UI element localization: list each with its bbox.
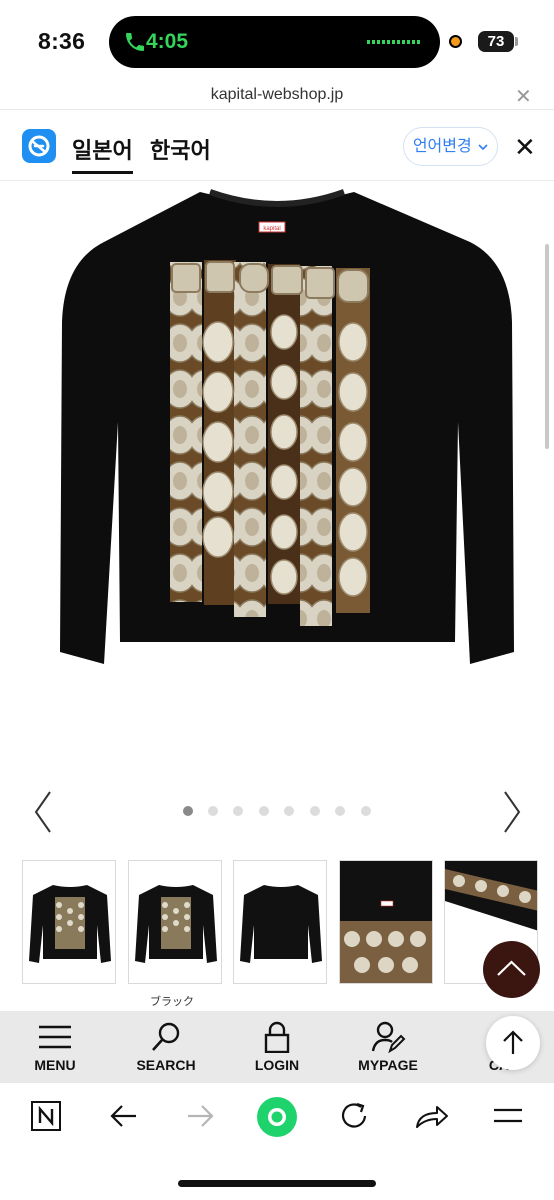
url-domain[interactable]: kapital-webshop.jp [0,86,554,104]
status-time: 8:36 [38,28,86,54]
arrow-up-icon [503,1030,523,1054]
nav-search[interactable]: SEARCH [111,1011,221,1083]
call-duration: 4:05 [146,30,189,53]
thumbnail-3[interactable] [233,860,327,984]
close-translate-button[interactable]: ✕ [514,132,536,163]
forward-icon [188,1105,214,1127]
waveform-icon [367,40,420,44]
carousel-dot[interactable] [284,806,294,816]
nav-login[interactable]: LOGIN [222,1011,332,1083]
carousel-prev-button[interactable] [28,784,58,840]
page-top-button[interactable] [486,1016,540,1070]
dynamic-island[interactable]: 4:05 [109,16,440,68]
carousel-dot[interactable] [259,806,269,816]
home-indicator [178,1180,376,1187]
nav-menu[interactable]: MENU [0,1011,110,1083]
lock-icon [264,1021,290,1053]
carousel-dot[interactable] [183,806,193,816]
carousel-dot[interactable] [361,806,371,816]
share-button[interactable] [407,1097,455,1137]
share-icon [416,1106,448,1128]
carousel-dot[interactable] [233,806,243,816]
home-button[interactable] [253,1093,301,1137]
translate-logo-icon [22,129,56,163]
chevron-left-icon [34,791,51,833]
url-bar[interactable]: kapital-webshop.jp ✕ [0,82,554,110]
thumbnail-1[interactable] [22,860,116,984]
nav-mypage[interactable]: MYPAGE [333,1011,443,1083]
change-language-button[interactable]: 언어변경 [403,127,498,166]
naver-icon [31,1101,61,1131]
nav-menu-label: MENU [34,1057,76,1073]
recording-dot-icon [449,35,462,48]
back-icon [110,1105,136,1127]
battery-icon: 73 [478,31,514,52]
forward-button[interactable] [176,1097,224,1137]
home-green-icon [257,1097,297,1137]
more-menu-button[interactable] [484,1097,532,1137]
nav-search-label: SEARCH [136,1057,196,1073]
product-image[interactable]: kapital [0,182,554,762]
tab-korean[interactable]: 한국어 [150,133,211,165]
carousel-next-button[interactable] [497,784,527,840]
chevron-right-icon [504,791,521,833]
translate-bar: 일본어 한국어 언어변경 ✕ [0,111,554,181]
back-button[interactable] [100,1097,148,1137]
naver-button[interactable] [22,1097,70,1137]
nav-login-label: LOGIN [254,1057,300,1073]
thumbnail-2[interactable] [128,860,222,984]
thumbnail-4[interactable] [339,860,433,984]
scroll-indicator[interactable] [545,244,549,449]
phone-icon [126,33,144,51]
kapital-tag: kapital [263,226,280,232]
hamburger-menu-icon [39,1025,71,1049]
carousel-dot[interactable] [335,806,345,816]
thumbnail-caption: ブラック [150,996,194,1008]
shirt-illustration: kapital [60,189,514,664]
chevron-down-icon [478,144,488,151]
nav-mypage-label: MYPAGE [358,1057,418,1073]
belt-print [170,260,370,626]
chevron-up-icon [497,960,526,976]
scroll-to-top-button[interactable] [483,941,540,998]
close-icon[interactable]: ✕ [515,84,532,109]
reload-icon [341,1102,367,1128]
search-icon [152,1022,180,1051]
carousel-dot[interactable] [310,806,320,816]
tab-japanese[interactable]: 일본어 [72,133,133,174]
reload-button[interactable] [330,1097,378,1137]
site-bottom-nav: MENU SEARCH LOGIN MYPAGE CA [0,1011,554,1083]
carousel-dot[interactable] [208,806,218,816]
more-menu-icon [494,1108,522,1123]
change-language-label: 언어변경 [412,138,472,155]
battery-cap [515,37,518,46]
status-bar: 8:36 4:05 73 [0,0,554,82]
user-edit-icon [371,1021,406,1053]
